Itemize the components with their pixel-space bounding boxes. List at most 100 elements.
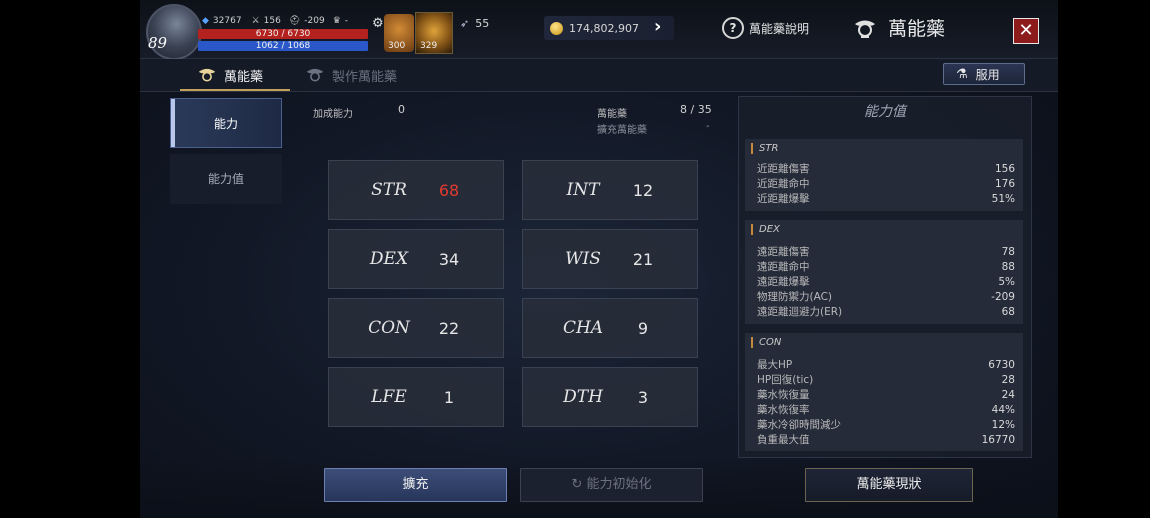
- page-title: 萬能藥: [888, 18, 946, 40]
- elixir-count-label: 萬能藥: [597, 109, 627, 120]
- stat-value: 9: [637, 318, 649, 338]
- close-button[interactable]: ✕: [1013, 18, 1039, 44]
- row-value: 88: [1001, 261, 1015, 273]
- section-str: STR 近距離傷害 156 近距離命中 176 近距離爆擊 51%: [745, 139, 1023, 211]
- row-label: 近距離傷害: [757, 163, 810, 175]
- elixir-status-button[interactable]: 萬能藥現狀: [805, 468, 973, 502]
- stat-value: 3: [637, 387, 649, 407]
- hp-bar: 6730 / 6730: [198, 29, 368, 39]
- exp-icon: ◆: [202, 16, 209, 26]
- stat-value: 68: [438, 180, 460, 200]
- stat-value: 1: [443, 387, 455, 407]
- row-value: -209: [991, 291, 1015, 303]
- gear-icon[interactable]: ⚙: [372, 16, 384, 31]
- sidebar-item-ability-value[interactable]: 能力值: [170, 154, 282, 204]
- stat-value: 22: [438, 318, 460, 338]
- row-value: 12%: [991, 419, 1015, 431]
- reset-ability-button[interactable]: ↻ 能力初始化: [520, 468, 703, 502]
- expand-button[interactable]: 擴充: [324, 468, 507, 502]
- row-label: 近距離命中: [757, 178, 810, 190]
- elixir-count-value: 8 / 35: [680, 103, 712, 116]
- row-value: 78: [1001, 246, 1015, 258]
- page-title-wrap: 萬能藥: [852, 14, 945, 41]
- row-value: 16770: [981, 434, 1015, 446]
- elixir-crest-icon: [198, 68, 216, 82]
- feather-currency: ➶ 55: [460, 17, 489, 30]
- refresh-icon: ↻: [571, 477, 583, 492]
- row-label: 遠距離爆擊: [757, 276, 810, 288]
- exp-value: 32767: [212, 16, 242, 26]
- row-label: 物理防禦力(AC): [757, 291, 833, 303]
- stat-card-cha[interactable]: CHA 9: [522, 298, 698, 358]
- attack-value: 156: [263, 16, 281, 26]
- section-title: CON: [751, 337, 781, 348]
- stat-card-con[interactable]: CON 22: [328, 298, 504, 358]
- sword-icon: ⚔: [251, 16, 260, 26]
- feather-icon: ➶: [460, 17, 470, 30]
- tab-elixir[interactable]: 萬能藥: [196, 59, 263, 91]
- row-value: 24: [1001, 389, 1015, 401]
- use-button[interactable]: ⚗ 服用: [943, 63, 1025, 85]
- expand-elixir-label: 擴充萬能藥: [597, 125, 647, 136]
- row-label: 藥水恢復率: [757, 404, 810, 416]
- bonus-label: 加成能力: [313, 109, 353, 120]
- help-button[interactable]: ? 萬能藥說明: [722, 17, 809, 39]
- tab-craft-label: 製作萬能藥: [332, 69, 398, 85]
- section-title: STR: [751, 143, 778, 154]
- top-bar: 89 ◆ 32767 ⚔ 156 ⛑ -209 ♛ - 6730 / 6730 …: [140, 0, 1058, 60]
- tab-elixir-label: 萬能藥: [224, 69, 264, 85]
- feather-value: 55: [475, 17, 490, 30]
- stat-card-wis[interactable]: WIS 21: [522, 229, 698, 289]
- section-title: DEX: [751, 224, 780, 235]
- ability-panel: 能力值 STR 近距離傷害 156 近距離命中 176 近距離爆擊 51% DE…: [738, 96, 1032, 458]
- row-label: 遠距離迴避力(ER): [757, 306, 843, 318]
- stat-card-int[interactable]: INT 12: [522, 160, 698, 220]
- potion-icon: ⚗: [956, 66, 968, 82]
- stat-card-str[interactable]: STR 68: [328, 160, 504, 220]
- row-value: 156: [994, 163, 1015, 175]
- row-value: 176: [994, 178, 1015, 190]
- skill-count: 329: [420, 41, 438, 51]
- expand-elixir-value: -: [706, 121, 710, 132]
- trophy-value: -: [344, 16, 349, 26]
- row-value: 28: [1001, 374, 1015, 386]
- row-value: 68: [1001, 306, 1015, 318]
- row-value: 51%: [991, 193, 1015, 205]
- stat-card-dth[interactable]: DTH 3: [522, 367, 698, 427]
- section-dex: DEX 遠距離傷害 78 遠距離命中 88 遠距離爆擊 5% 物理防禦力(AC)…: [745, 220, 1023, 324]
- help-label: 萬能藥說明: [749, 21, 810, 36]
- potion-count: 300: [388, 41, 406, 51]
- bonus-value: 0: [398, 103, 405, 116]
- row-label: 負重最大值: [757, 434, 810, 446]
- player-stats: ◆ 32767 ⚔ 156 ⛑ -209 ♛ -: [202, 14, 348, 28]
- stat-value: 34: [438, 249, 460, 269]
- tab-bar: 萬能藥 製作萬能藥: [140, 59, 1058, 92]
- trophy-icon: ♛: [332, 16, 341, 26]
- stat-card-dex[interactable]: DEX 34: [328, 229, 504, 289]
- row-label: HP回復(tic): [757, 374, 814, 386]
- stat-value: 21: [632, 249, 654, 269]
- craft-icon: [306, 68, 324, 82]
- row-label: 藥水冷卻時間減少: [757, 419, 841, 431]
- coin-icon: [550, 21, 563, 35]
- row-label: 藥水恢復量: [757, 389, 810, 401]
- stat-card-lfe[interactable]: LFE 1: [328, 367, 504, 427]
- defense-value: -209: [304, 16, 325, 26]
- gold-value: 174,802,907: [569, 21, 639, 35]
- row-value: 44%: [991, 404, 1015, 416]
- row-value: 5%: [998, 276, 1015, 288]
- row-label: 近距離爆擊: [757, 193, 810, 205]
- ability-panel-title: 能力值: [864, 104, 906, 120]
- helmet-icon: ⛑: [288, 16, 301, 26]
- row-value: 6730: [988, 359, 1015, 371]
- tab-craft-elixir[interactable]: 製作萬能藥: [304, 59, 397, 91]
- hp-text: 6730 / 6730: [255, 29, 311, 39]
- mp-text: 1062 / 1068: [255, 41, 311, 51]
- use-label: 服用: [975, 67, 1000, 82]
- question-icon: ?: [722, 17, 744, 39]
- mp-bar: 1062 / 1068: [198, 41, 368, 51]
- sidebar-item-ability[interactable]: 能力: [170, 98, 282, 148]
- reset-label: 能力初始化: [586, 477, 652, 492]
- chevron-right-icon[interactable]: ›: [654, 16, 661, 37]
- row-label: 遠距離命中: [757, 261, 810, 273]
